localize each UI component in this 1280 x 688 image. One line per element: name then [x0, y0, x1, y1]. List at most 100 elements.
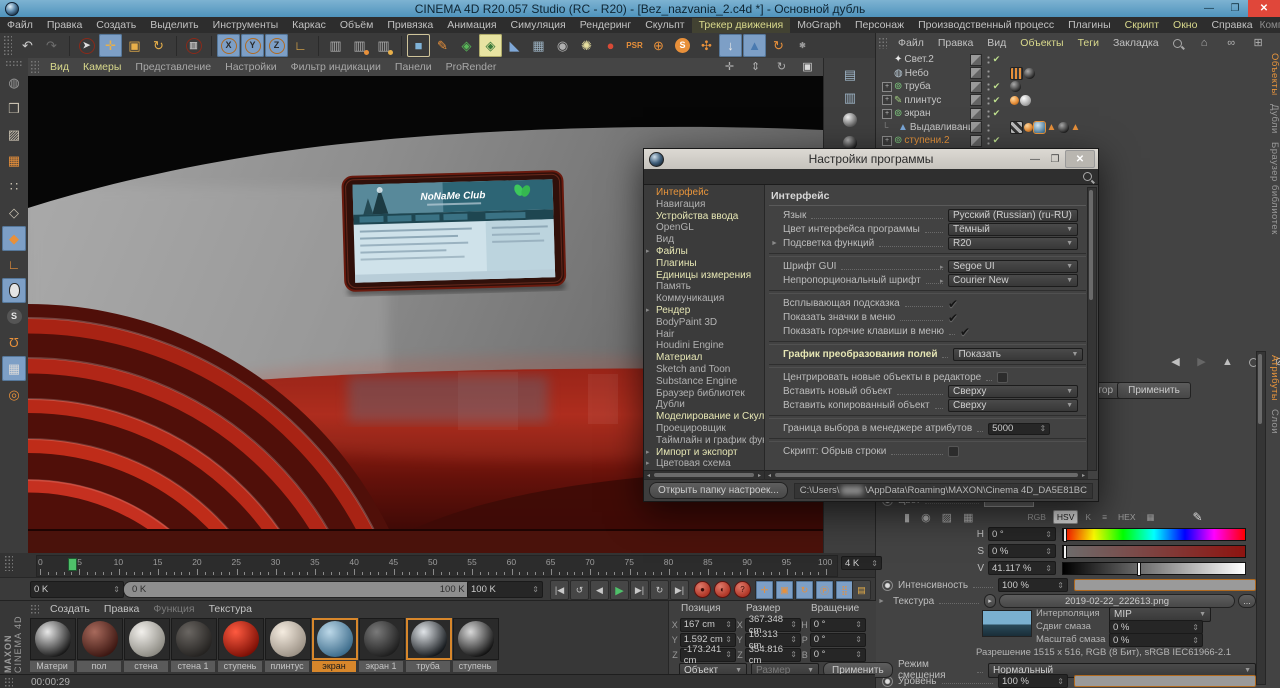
material-menu-Функция[interactable]: Функция: [146, 602, 201, 617]
menu-item-Каркас[interactable]: Каркас: [285, 18, 333, 33]
pref-category-OpenGL[interactable]: OpenGL: [644, 222, 764, 234]
material-grip[interactable]: [30, 604, 39, 614]
attribute-scrollbar-thumb[interactable]: [1258, 354, 1262, 424]
prefs-path-field[interactable]: C:\Users\\AppData\Roaming\MAXON\Cinema 4…: [794, 483, 1093, 499]
level-field[interactable]: 100 %⇕: [998, 674, 1068, 688]
pref-category-BodyPaint 3D[interactable]: BodyPaint 3D: [644, 317, 764, 329]
menu-item-Файл[interactable]: Файл: [0, 18, 40, 33]
edges-mode-icon[interactable]: ◇: [2, 200, 26, 225]
spinner-icon[interactable]: ⇕: [1057, 677, 1064, 686]
mat-dark-tag-icon[interactable]: [1058, 122, 1069, 133]
om-menu-Файл[interactable]: Файл: [891, 36, 931, 51]
gravity-icon[interactable]: ↓: [719, 34, 742, 57]
coord-input[interactable]: 0 °⇕: [810, 618, 866, 632]
record-keyframe-button[interactable]: ●: [694, 581, 711, 598]
spinner-icon[interactable]: ⇕: [725, 635, 732, 644]
snap-s-icon[interactable]: S: [671, 34, 694, 57]
material-thumbnail[interactable]: [359, 618, 405, 660]
intensity-slider[interactable]: [1074, 579, 1256, 591]
material-sphere-icon[interactable]: ●: [599, 34, 622, 57]
dialog-title-bar[interactable]: Настройки программы — ❐ ✕: [644, 149, 1098, 170]
spinner-icon[interactable]: ⇕: [790, 635, 797, 644]
coord-system-icon[interactable]: ∟: [289, 34, 312, 57]
om-menu-Закладка[interactable]: Закладка: [1106, 36, 1166, 51]
object-manager-grip[interactable]: [878, 37, 887, 49]
pref-category-Дубли[interactable]: Дубли: [644, 399, 764, 411]
loop-button[interactable]: ↻: [650, 580, 669, 600]
material-пол[interactable]: пол: [77, 618, 121, 672]
coord-input[interactable]: 354.816 cm⇕: [745, 648, 801, 662]
texture-file-button[interactable]: 2019-02-22_222613.png: [999, 594, 1235, 608]
layer-color-chip[interactable]: [970, 121, 982, 133]
viewport-grip[interactable]: [30, 60, 39, 74]
object-row-экран[interactable]: +⊚экран✔: [876, 107, 1266, 121]
minimize-button[interactable]: —: [1196, 0, 1222, 17]
content-hscrollbar[interactable]: ◂ ▸: [765, 470, 1088, 479]
visibility-dots-icon[interactable]: [985, 68, 990, 79]
texture-arrow-button[interactable]: ▸: [984, 594, 996, 608]
coord-input[interactable]: 167 cm⇕: [680, 618, 736, 632]
model-mode-icon[interactable]: ❒: [2, 96, 26, 121]
checkbox-checked-icon[interactable]: ✔: [948, 299, 958, 309]
camera-icon[interactable]: ◉: [551, 34, 574, 57]
texture-mode-icon[interactable]: ▨: [2, 122, 26, 147]
menu-item-Плагины[interactable]: Плагины: [1061, 18, 1118, 33]
material-thumbnail[interactable]: [312, 618, 358, 660]
layer-color-chip[interactable]: [970, 135, 982, 147]
enabled-check-icon[interactable]: ✔: [990, 95, 1003, 106]
expand-icon[interactable]: +: [882, 136, 892, 146]
spinner-icon[interactable]: ⇕: [113, 585, 120, 594]
lock-x-icon[interactable]: X: [217, 34, 240, 57]
menu-item-Скрипт[interactable]: Скрипт: [1118, 18, 1166, 33]
pref-category-Плагины[interactable]: Плагины: [644, 258, 764, 270]
material-menu-Правка[interactable]: Правка: [97, 602, 146, 617]
uv-tag-icon[interactable]: [1010, 121, 1023, 134]
scrollbar-thumb[interactable]: [775, 473, 1078, 477]
mode-K[interactable]: K: [1081, 510, 1095, 524]
material-экран[interactable]: экран: [312, 618, 356, 672]
enabled-check-icon[interactable]: ✔: [990, 108, 1003, 119]
enabled-check-icon[interactable]: ✔: [990, 135, 1003, 146]
checkbox-unchecked-icon[interactable]: [948, 446, 959, 457]
axis-mode-icon[interactable]: ∟: [2, 252, 26, 277]
saturation-field[interactable]: 0 %⇕: [988, 544, 1056, 558]
viewport-menu-Камеры[interactable]: Камеры: [76, 60, 128, 75]
phong-tag-icon[interactable]: [1024, 123, 1033, 132]
render-view-icon[interactable]: ▥: [324, 34, 347, 57]
search-icon[interactable]: [1083, 172, 1092, 181]
snap-enable-icon[interactable]: S: [2, 304, 26, 329]
pref-category-Houdini Engine[interactable]: Houdini Engine: [644, 340, 764, 352]
checkbox-checked-icon[interactable]: ✔: [948, 313, 958, 323]
spline-pen-icon[interactable]: ✎: [431, 34, 454, 57]
content-vscrollbar[interactable]: [1087, 187, 1097, 471]
am-forward-icon[interactable]: ▶: [1190, 351, 1213, 374]
close-button[interactable]: ✕: [1248, 0, 1280, 17]
viewport-menu-Настройки[interactable]: Настройки: [218, 60, 284, 75]
psr-icon[interactable]: PSR: [623, 34, 646, 57]
environment-icon[interactable]: ▦: [527, 34, 550, 57]
pref-category-Рендер[interactable]: ▸Рендер: [644, 305, 764, 317]
mode-toolbar-grip[interactable]: [5, 60, 23, 68]
scrollbar-thumb[interactable]: [1089, 190, 1093, 300]
value-slider[interactable]: [1062, 562, 1246, 575]
menu-item-Справка[interactable]: Справка: [1204, 18, 1259, 33]
volume-icon[interactable]: ▲: [743, 34, 766, 57]
compare-icon[interactable]: ▮: [900, 510, 914, 524]
coord-input[interactable]: 0 °⇕: [810, 648, 866, 662]
timeline-range-slider[interactable]: 0 K 100 K ▸: [123, 581, 481, 598]
scrollbar-thumb[interactable]: [654, 473, 754, 477]
maximize-button[interactable]: ❐: [1222, 0, 1248, 17]
lock-y-icon[interactable]: Y: [241, 34, 264, 57]
toolbar-grip[interactable]: [3, 35, 12, 56]
blur-scale-field[interactable]: 0 %⇕: [1109, 633, 1203, 647]
dock-tab-Браузер библиотек[interactable]: Браузер библиотек: [1267, 142, 1280, 235]
magnet-snap-icon[interactable]: Ω: [2, 330, 26, 355]
saturation-marker[interactable]: [1063, 545, 1067, 559]
value-field[interactable]: 41.117 %⇕: [988, 561, 1056, 575]
pref-category-Вид[interactable]: Вид: [644, 234, 764, 246]
pref-category-Материал[interactable]: Материал: [644, 352, 764, 364]
pref-dropdown[interactable]: Courier New▼: [948, 274, 1078, 287]
object-row-плинтус[interactable]: +✎плинтус✔: [876, 94, 1266, 108]
om-path-icon[interactable]: ∞: [1220, 32, 1243, 55]
viewport-solo-icon[interactable]: [2, 278, 26, 303]
